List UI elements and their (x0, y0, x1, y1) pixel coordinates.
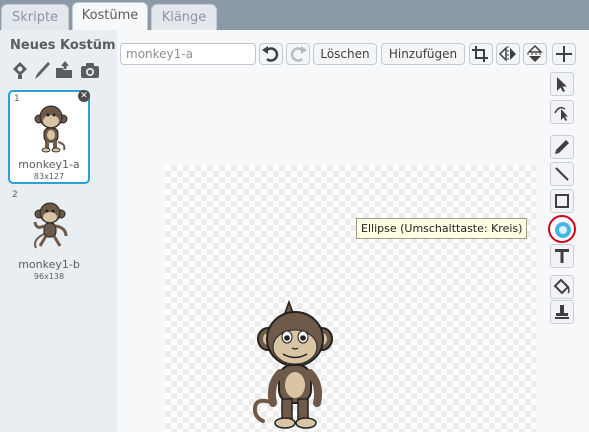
clear-button[interactable]: Löschen (313, 43, 377, 65)
costume-size: 83x127 (33, 172, 65, 181)
set-center-icon (556, 46, 572, 62)
paint-brush-icon[interactable] (31, 59, 53, 81)
drawing-canvas[interactable] (165, 165, 536, 432)
redo-button[interactable] (286, 43, 310, 65)
tool-pencil[interactable] (550, 135, 574, 159)
paint-bucket-icon (553, 278, 570, 295)
flip-vertical-button[interactable] (523, 43, 547, 65)
redo-icon (290, 46, 307, 62)
tab-bar: Skripte Kostüme Klänge (0, 0, 589, 30)
costume-index: 1 (14, 94, 20, 104)
new-costume-label: Neues Kostüm: (10, 38, 121, 53)
tab-sounds[interactable]: Klänge (151, 4, 217, 30)
stamp-icon (555, 305, 569, 319)
costume-thumb-2[interactable]: 2 monkey1-b 96x138 (8, 188, 90, 282)
tab-costumes[interactable]: Kostüme (72, 2, 148, 30)
flip-horizontal-icon (498, 46, 516, 62)
costume-name: monkey1-a (18, 158, 80, 171)
tool-reshape[interactable] (550, 100, 574, 124)
line-icon (555, 167, 569, 181)
costume-size: 96x138 (33, 272, 65, 281)
tool-tooltip: Ellipse (Umschalttaste: Kreis) (356, 218, 528, 239)
paint-from-library-icon[interactable] (9, 59, 31, 81)
tool-stamp[interactable] (550, 300, 574, 324)
flip-horizontal-button[interactable] (496, 43, 520, 65)
tool-line[interactable] (550, 162, 574, 186)
rectangle-icon (555, 194, 569, 208)
flip-vertical-icon (527, 44, 543, 62)
crop-button[interactable] (469, 43, 493, 65)
set-center-button[interactable] (552, 43, 576, 65)
tool-ellipse[interactable] (548, 215, 576, 243)
tool-select[interactable] (550, 72, 574, 96)
text-icon (555, 249, 569, 263)
tab-scripts[interactable]: Skripte (1, 4, 69, 30)
tool-paint-bucket[interactable] (550, 275, 574, 299)
camera-icon[interactable] (79, 59, 101, 81)
select-icon (557, 77, 567, 92)
delete-costume-icon[interactable]: ✕ (78, 90, 90, 102)
costume-thumb-1[interactable]: 1 ✕ monkey1-a 83x127 (8, 90, 90, 184)
crop-icon (472, 46, 488, 62)
add-button[interactable]: Hinzufügen (381, 43, 465, 65)
costume-name-input[interactable] (120, 43, 256, 65)
costume-thumb-image (34, 105, 68, 153)
costume-name: monkey1-b (18, 258, 80, 271)
reshape-icon (554, 106, 568, 121)
undo-icon (262, 46, 279, 62)
pencil-icon (555, 140, 569, 154)
tool-rectangle[interactable] (550, 189, 574, 213)
ellipse-icon (555, 222, 571, 238)
costume-thumb-image (33, 202, 68, 249)
monkey-sprite (252, 299, 333, 429)
costume-index: 2 (12, 190, 18, 200)
upload-icon[interactable] (53, 59, 75, 81)
tool-text[interactable] (550, 244, 574, 268)
undo-button[interactable] (259, 43, 283, 65)
